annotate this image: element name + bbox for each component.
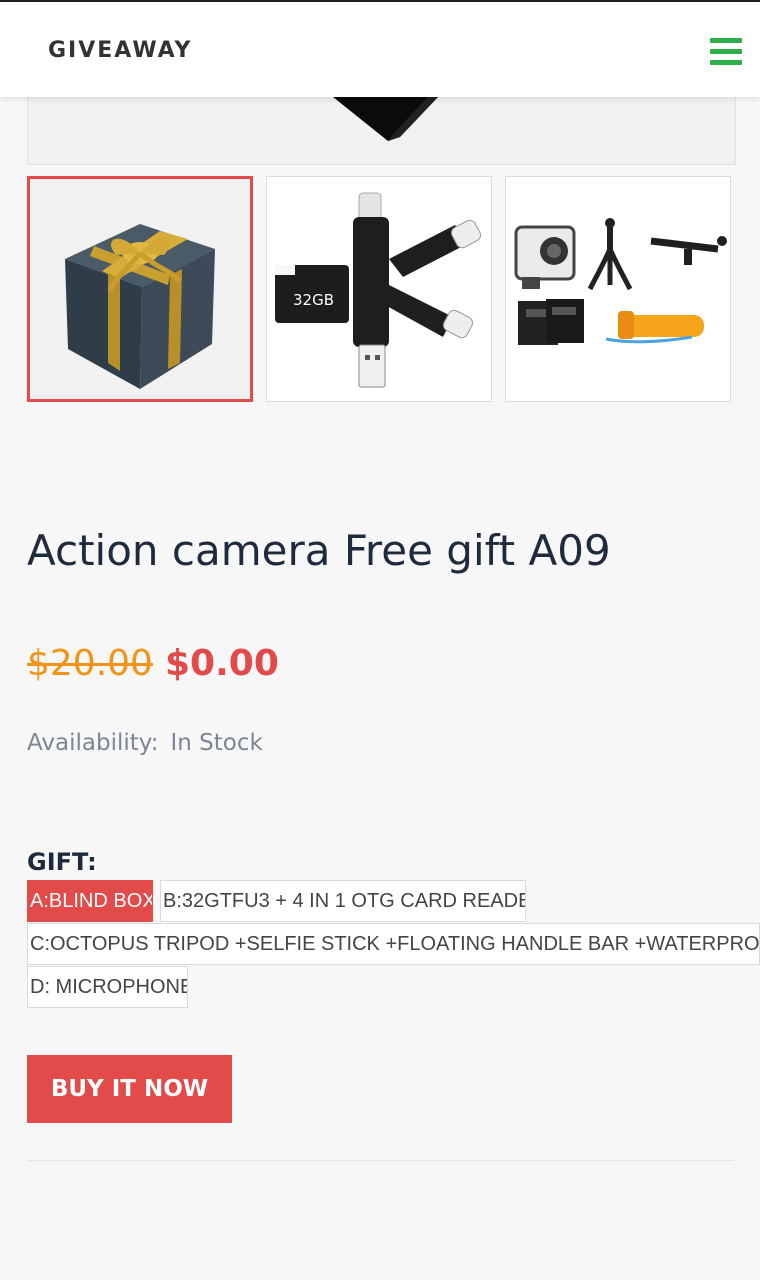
sale-price: $0.00 (165, 643, 279, 684)
sd-card-label: 32GB (293, 291, 334, 309)
thumbnail-blind-box[interactable] (27, 176, 253, 402)
availability-value: In Stock (170, 730, 263, 756)
site-header: GIVEAWAY (0, 2, 760, 97)
gift-option-d[interactable]: D: MICROPHONE (27, 966, 188, 1008)
gift-box-image (65, 224, 215, 389)
availability-label: Availability: (27, 730, 159, 756)
gift-label: GIFT: (27, 848, 97, 876)
buy-it-now-button[interactable]: BUY IT NOW (27, 1055, 232, 1123)
product-title: Action camera Free gift A09 (27, 526, 611, 576)
section-divider (27, 1160, 734, 1161)
gift-option-c[interactable]: C:OCTOPUS TRIPOD +SELFIE STICK +FLOATING… (27, 923, 760, 965)
gift-option-a[interactable]: A:BLIND BOX (27, 880, 153, 922)
site-logo[interactable]: GIVEAWAY (48, 38, 192, 63)
hamburger-menu-icon[interactable] (708, 38, 742, 66)
gift-option-b[interactable]: B:32GTFU3 + 4 IN 1 OTG CARD READER (160, 880, 526, 922)
original-price: $20.00 (27, 643, 153, 684)
availability-row: Availability: In Stock (27, 730, 263, 756)
card-reader-image: 32GB (275, 192, 482, 388)
main-product-image (27, 97, 736, 165)
product-page: GIVEAWAY 32GB Action camera Free gift A0… (0, 0, 760, 1280)
camera-accessories-image (514, 218, 727, 345)
thumbnail-camera-accessories[interactable] (505, 176, 731, 402)
thumbnail-card-reader[interactable]: 32GB (266, 176, 492, 402)
